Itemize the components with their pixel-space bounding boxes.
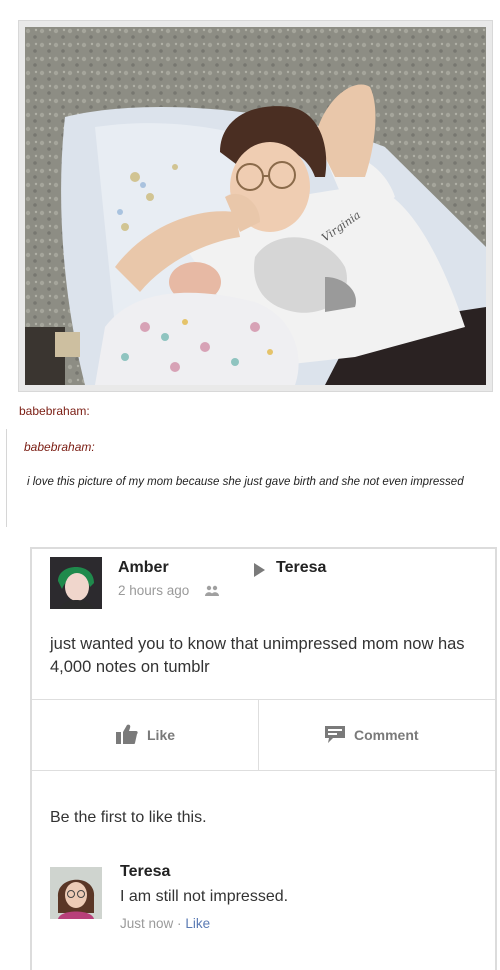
comment-label: Comment — [354, 727, 419, 743]
target-name[interactable]: Teresa — [276, 559, 326, 577]
reply-like-link[interactable]: Like — [185, 916, 210, 931]
like-label: Like — [147, 727, 176, 743]
comment-button[interactable]: Comment — [259, 700, 495, 770]
comment-bubble-icon — [325, 726, 345, 744]
post-body: just wanted you to know that unimpressed… — [50, 635, 465, 676]
meta-separator: · — [177, 916, 182, 931]
author-name[interactable]: Amber — [118, 559, 169, 577]
mom-with-newborn-photo: Virginia — [25, 27, 486, 385]
friends-icon — [205, 585, 219, 599]
quote-text: i love this picture of my mom because sh… — [27, 476, 464, 488]
thumbs-up-icon — [116, 724, 138, 744]
post-timestamp[interactable]: 2 hours ago — [118, 583, 189, 598]
facebook-post-card: Amber Teresa 2 hours ago just wanted you… — [30, 547, 497, 970]
reply-author[interactable]: Teresa — [120, 863, 170, 881]
reply-text: I am still not impressed. — [120, 888, 289, 905]
photo-frame: Virginia — [18, 20, 493, 392]
likes-summary: Be the first to like this. — [50, 809, 207, 826]
reply-meta: Just now · Like — [120, 916, 210, 931]
reply-timestamp: Just now — [120, 916, 174, 931]
like-button[interactable]: Like — [32, 700, 258, 770]
quote-block: babebraham: i love this picture of my mo… — [6, 429, 495, 527]
post-username[interactable]: babebraham: — [19, 404, 90, 418]
quote-username[interactable]: babebraham: — [24, 440, 95, 454]
action-row: Like Comment — [32, 699, 495, 771]
avatar[interactable] — [50, 557, 102, 609]
reply-avatar[interactable] — [50, 867, 102, 919]
right-arrow-icon — [254, 563, 265, 577]
